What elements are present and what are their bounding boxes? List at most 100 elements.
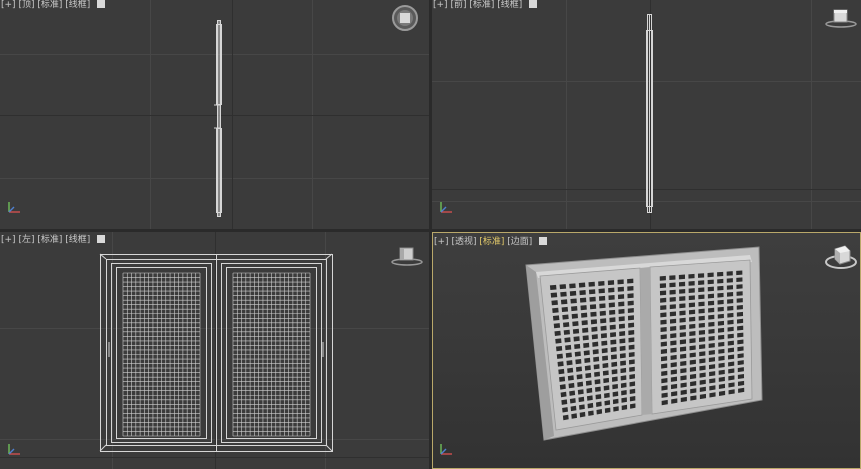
lattice-opening bbox=[661, 385, 668, 391]
lattice-opening bbox=[717, 278, 724, 284]
lattice-opening bbox=[600, 318, 607, 324]
viewport-plus-menu[interactable]: [+] bbox=[1, 235, 16, 245]
lattice-opening bbox=[588, 289, 596, 295]
lattice-opening bbox=[708, 335, 715, 341]
lattice-opening bbox=[717, 292, 724, 298]
lattice-opening bbox=[679, 346, 687, 352]
viewport-label-front[interactable]: [+] [前] [标准] [线框] bbox=[433, 0, 538, 12]
window-shaded-model bbox=[525, 246, 763, 441]
viewcube-icon[interactable] bbox=[390, 244, 424, 268]
viewport-options-checkbox-icon[interactable] bbox=[97, 0, 106, 8]
front-view-grid bbox=[432, 0, 861, 229]
lattice-opening bbox=[585, 372, 592, 379]
lattice-opening bbox=[618, 301, 625, 307]
lattice-opening bbox=[679, 332, 686, 338]
lattice-opening bbox=[680, 375, 687, 381]
lattice-opening bbox=[628, 344, 635, 350]
lattice-opening bbox=[580, 305, 587, 311]
lattice-opening bbox=[553, 323, 561, 329]
lattice-opening bbox=[670, 325, 677, 331]
viewport-display-menu[interactable]: [线框] bbox=[65, 235, 90, 245]
lattice-opening bbox=[660, 319, 667, 325]
steering-wheel-icon[interactable] bbox=[390, 3, 420, 33]
lattice-opening bbox=[573, 336, 580, 342]
viewport-plus-menu[interactable]: [+] bbox=[433, 0, 448, 10]
lattice-opening bbox=[599, 310, 606, 316]
lattice-opening bbox=[607, 280, 615, 286]
lattice-opening bbox=[612, 391, 619, 397]
viewcube-icon[interactable] bbox=[824, 6, 858, 30]
lattice-opening bbox=[603, 385, 610, 391]
lattice-opening bbox=[562, 314, 569, 320]
lattice-grid-left-panel bbox=[122, 272, 201, 437]
lattice-opening bbox=[598, 280, 605, 286]
lattice-opening bbox=[581, 312, 588, 318]
viewport-options-checkbox-icon[interactable] bbox=[539, 237, 548, 245]
viewport-front[interactable]: [+] [前] [标准] [线框] bbox=[432, 0, 861, 229]
lattice-opening bbox=[589, 304, 597, 310]
lattice-opening bbox=[670, 362, 677, 368]
viewport-display-menu[interactable]: [线框] bbox=[65, 0, 90, 10]
viewport-plus-menu[interactable]: [+] bbox=[1, 0, 16, 10]
viewport-name-menu[interactable]: [前] bbox=[450, 0, 466, 10]
lattice-opening bbox=[628, 359, 635, 365]
viewport-name-menu[interactable]: [左] bbox=[18, 235, 34, 245]
viewport-shading-menu[interactable]: [标准] bbox=[479, 237, 504, 247]
lattice-opening bbox=[660, 356, 668, 362]
lattice-opening bbox=[628, 329, 635, 336]
lattice-opening bbox=[727, 319, 734, 325]
viewport-display-menu[interactable]: [线框] bbox=[497, 0, 522, 10]
lattice-opening bbox=[708, 342, 715, 348]
lattice-opening bbox=[628, 337, 635, 343]
viewport-label-perspective[interactable]: [+] [透视] [标准] [边面] bbox=[434, 235, 548, 249]
lattice-opening bbox=[565, 352, 572, 358]
lattice-opening bbox=[576, 374, 583, 380]
lattice-opening bbox=[555, 338, 562, 344]
viewport-left[interactable]: [+] [左] [标准] [线框] bbox=[0, 232, 429, 469]
viewport-shading-menu[interactable]: [标准] bbox=[469, 0, 494, 10]
viewport-name-menu[interactable]: [顶] bbox=[18, 0, 34, 10]
viewport-perspective[interactable]: [+] [透视] [标准] [边面] bbox=[432, 232, 861, 469]
lattice-opening bbox=[727, 347, 735, 353]
lattice-opening bbox=[608, 302, 615, 308]
lattice-opening bbox=[670, 347, 677, 353]
lattice-opening bbox=[670, 333, 677, 339]
lattice-opening bbox=[617, 279, 624, 285]
lattice-opening bbox=[708, 350, 715, 356]
viewport-label-left[interactable]: [+] [左] [标准] [线框] bbox=[1, 233, 106, 247]
lattice-opening bbox=[659, 290, 667, 296]
viewport-shading-menu[interactable]: [标准] bbox=[37, 235, 62, 245]
viewport-options-checkbox-icon[interactable] bbox=[529, 0, 538, 8]
lattice-opening bbox=[621, 404, 628, 411]
lattice-opening bbox=[602, 370, 609, 376]
lattice-opening bbox=[688, 302, 696, 308]
viewport-options-checkbox-icon[interactable] bbox=[97, 235, 106, 243]
viewport-plus-menu[interactable]: [+] bbox=[434, 237, 449, 247]
lattice-opening bbox=[550, 292, 558, 298]
lattice-opening bbox=[717, 306, 724, 312]
lattice-opening bbox=[549, 284, 557, 290]
lattice-opening bbox=[552, 315, 560, 321]
viewport-label-top[interactable]: [+] [顶] [标准] [线框] bbox=[1, 0, 106, 12]
lattice-opening bbox=[707, 300, 715, 306]
lattice-opening bbox=[679, 310, 686, 316]
lattice-opening bbox=[601, 348, 608, 354]
viewport-display-menu[interactable]: [边面] bbox=[507, 237, 532, 247]
lattice-opening bbox=[583, 342, 590, 348]
lattice-opening bbox=[717, 313, 724, 319]
lattice-opening bbox=[728, 361, 735, 367]
viewcube-icon[interactable] bbox=[823, 242, 859, 272]
lattice-opening bbox=[736, 311, 744, 317]
lattice-opening bbox=[562, 407, 568, 413]
lattice-opening bbox=[698, 322, 705, 328]
lattice-opening bbox=[688, 288, 695, 293]
viewport-shading-menu[interactable]: [标准] bbox=[37, 0, 62, 10]
lattice-opening bbox=[727, 354, 735, 360]
lattice-opening bbox=[669, 318, 677, 324]
lattice-opening bbox=[736, 298, 743, 303]
viewport-top[interactable]: [+] [顶] [标准] [线框] bbox=[0, 0, 429, 229]
lattice-opening bbox=[707, 279, 714, 285]
viewport-name-menu[interactable]: [透视] bbox=[451, 237, 476, 247]
lattice-opening bbox=[613, 406, 619, 412]
lattice-opening bbox=[660, 312, 667, 318]
